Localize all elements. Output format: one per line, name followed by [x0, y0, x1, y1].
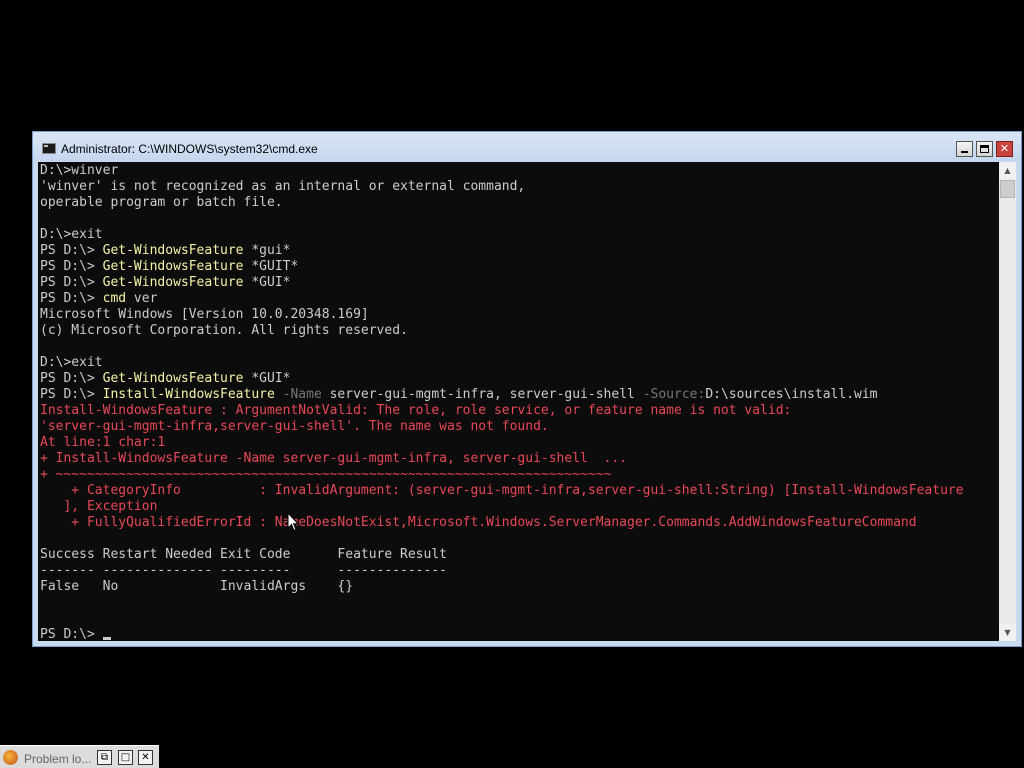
console-line: operable program or batch file. — [40, 195, 964, 211]
console-line: + Install-WindowsFeature -Name server-gu… — [40, 451, 964, 467]
error-text: 'server-gui-mgmt-infra,server-gui-shell'… — [40, 419, 549, 434]
error-text: ], Exception — [40, 499, 158, 514]
console-text: *GUIT* — [243, 259, 299, 274]
console-text: operable program or batch file. — [40, 195, 283, 210]
console-text: D:\>winver — [40, 163, 119, 178]
console-line: PS D:\> — [40, 627, 964, 641]
console-line: False No InvalidArgs {} — [40, 579, 964, 595]
console-line: + CategoryInfo : InvalidArgument: (serve… — [40, 483, 964, 499]
console-text: *gui* — [243, 243, 291, 258]
command-parameter: -Source: — [642, 387, 706, 402]
console-text: PS D:\> — [40, 291, 103, 306]
console-text: D:\>exit — [40, 355, 103, 370]
taskbar-close-button[interactable]: ✕ — [138, 750, 153, 765]
console-line: + ~~~~~~~~~~~~~~~~~~~~~~~~~~~~~~~~~~~~~~… — [40, 467, 964, 483]
arrow-cursor-icon — [287, 512, 299, 532]
command-name: Get-WindowsFeature — [102, 275, 244, 290]
console-text: False No InvalidArgs {} — [40, 579, 354, 594]
minimized-window-label: Problem lo... — [24, 752, 92, 766]
error-text: + FullyQualifiedErrorId : NameDoesNotExi… — [40, 515, 917, 530]
console-line: D:\>winver — [40, 163, 964, 179]
command-name: cmd — [102, 291, 127, 306]
console-text: ------- -------------- --------- -------… — [40, 563, 447, 578]
firefox-icon — [3, 750, 18, 765]
taskbar-maximize-button[interactable]: □ — [118, 750, 133, 765]
title-bar[interactable]: Administrator: C:\WINDOWS\system32\cmd.e… — [33, 132, 1021, 161]
console-text: (c) Microsoft Corporation. All rights re… — [40, 323, 408, 338]
minimized-window-tab[interactable]: Problem lo... ⧉ □ ✕ — [0, 745, 159, 768]
console-text: D:\>exit — [40, 227, 103, 242]
console-line: PS D:\> Get-WindowsFeature *GUIT* — [40, 259, 964, 275]
command-name: Get-WindowsFeature — [102, 243, 244, 258]
window-title: Administrator: C:\WINDOWS\system32\cmd.e… — [61, 142, 318, 156]
console-text: *GUI* — [243, 371, 291, 386]
console-line: + FullyQualifiedErrorId : NameDoesNotExi… — [40, 515, 964, 531]
minimize-icon — [961, 151, 968, 153]
console-text: ver — [126, 291, 158, 306]
console-text: PS D:\> — [40, 243, 103, 258]
console-text: Microsoft Windows [Version 10.0.20348.16… — [40, 307, 369, 322]
vertical-scrollbar[interactable]: ▲ ▼ — [999, 162, 1016, 641]
maximize-icon — [980, 145, 989, 153]
error-text: + ~~~~~~~~~~~~~~~~~~~~~~~~~~~~~~~~~~~~~~… — [40, 467, 612, 482]
console-line: ------- -------------- --------- -------… — [40, 563, 964, 579]
console-text: *GUI* — [243, 275, 291, 290]
console-output[interactable]: D:\>winver'winver' is not recognized as … — [38, 162, 999, 641]
console-line: D:\>exit — [40, 227, 964, 243]
console-text: PS D:\> — [40, 627, 103, 641]
error-text: Install-WindowsFeature : ArgumentNotVali… — [40, 403, 792, 418]
console-line: Install-WindowsFeature : ArgumentNotVali… — [40, 403, 964, 419]
console-text: PS D:\> — [40, 387, 103, 402]
console-text: D:\sources\install.wim — [705, 387, 878, 402]
console-line: PS D:\> Install-WindowsFeature -Name ser… — [40, 387, 964, 403]
console-line: PS D:\> cmd ver — [40, 291, 964, 307]
minimize-button[interactable] — [956, 141, 973, 157]
command-name: Get-WindowsFeature — [102, 371, 244, 386]
console-text: server-gui-mgmt-infra, server-gui-shell — [321, 387, 643, 402]
text-cursor — [102, 637, 111, 640]
scroll-thumb[interactable] — [1000, 180, 1015, 198]
console-text: Success Restart Needed Exit Code Feature… — [40, 547, 447, 562]
close-button[interactable]: ✕ — [996, 141, 1013, 157]
console-line: D:\>exit — [40, 355, 964, 371]
console-line: (c) Microsoft Corporation. All rights re… — [40, 323, 964, 339]
maximize-button[interactable] — [976, 141, 993, 157]
console-line: 'winver' is not recognized as an interna… — [40, 179, 964, 195]
console-line: ], Exception — [40, 499, 964, 515]
command-name: Install-WindowsFeature — [102, 387, 275, 402]
console-line: At line:1 char:1 — [40, 435, 964, 451]
console-text: PS D:\> — [40, 371, 103, 386]
console-line: 'server-gui-mgmt-infra,server-gui-shell'… — [40, 419, 964, 435]
console-lines: D:\>winver'winver' is not recognized as … — [40, 163, 964, 641]
error-text: At line:1 char:1 — [40, 435, 166, 450]
scroll-down-button[interactable]: ▼ — [999, 624, 1016, 641]
console-line: PS D:\> Get-WindowsFeature *GUI* — [40, 275, 964, 291]
command-name: Get-WindowsFeature — [102, 259, 244, 274]
cmd-icon[interactable] — [42, 143, 56, 154]
scroll-up-button[interactable]: ▲ — [999, 162, 1016, 179]
restore-button[interactable]: ⧉ — [97, 750, 112, 765]
console-text: 'winver' is not recognized as an interna… — [40, 179, 526, 194]
error-text: + CategoryInfo : InvalidArgument: (serve… — [40, 483, 964, 498]
error-text: + Install-WindowsFeature -Name server-gu… — [40, 451, 627, 466]
console-line: PS D:\> Get-WindowsFeature *gui* — [40, 243, 964, 259]
console-text: PS D:\> — [40, 275, 103, 290]
console-line: Microsoft Windows [Version 10.0.20348.16… — [40, 307, 964, 323]
console-line: PS D:\> Get-WindowsFeature *GUI* — [40, 371, 964, 387]
command-parameter: -Name — [274, 387, 322, 402]
console-text: PS D:\> — [40, 259, 103, 274]
console-line: Success Restart Needed Exit Code Feature… — [40, 547, 964, 563]
cmd-window[interactable]: Administrator: C:\WINDOWS\system32\cmd.e… — [32, 131, 1022, 647]
